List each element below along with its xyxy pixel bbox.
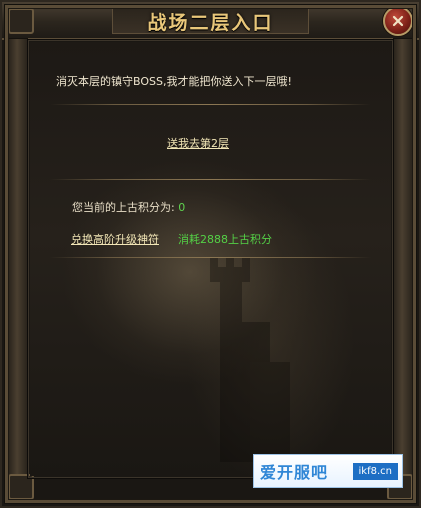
content-panel: 消灭本层的镇守BOSS,我才能把你送入下一层哦! 送我去第2层 您当前的上古积分…: [30, 42, 391, 476]
watermark-brand: 爱开服吧: [260, 463, 329, 482]
left-frame-pillar: [8, 38, 28, 482]
frame-corner-top-left: [8, 8, 34, 34]
site-watermark: 爱开服吧 ikf8.cn: [253, 454, 403, 488]
title-bar: 战场二层入口: [2, 2, 419, 40]
close-button[interactable]: [383, 6, 413, 36]
teleport-next-floor-link[interactable]: 送我去第2层: [167, 135, 229, 151]
divider-bottom: [50, 257, 371, 258]
castle-silhouette-background: [210, 257, 290, 462]
exchange-cost-text: 消耗2888上古积分: [178, 233, 272, 246]
divider-top: [50, 104, 371, 105]
ancient-points-value: 0: [178, 201, 186, 214]
ancient-points-row: 您当前的上古积分为: 0: [72, 199, 185, 215]
boss-hint-message: 消灭本层的镇守BOSS,我才能把你送入下一层哦!: [56, 75, 292, 88]
divider-middle: [50, 179, 371, 180]
exchange-rune-link[interactable]: 兑换高阶升级神符: [71, 231, 159, 247]
watermark-domain: ikf8.cn: [352, 462, 398, 480]
frame-corner-bottom-left: [8, 474, 34, 500]
right-frame-pillar: [393, 38, 413, 482]
ancient-points-label: 您当前的上古积分为:: [72, 201, 175, 214]
dialog-title: 战场二层入口: [147, 12, 274, 34]
battlefield-entrance-dialog: 战场二层入口 消灭本层的镇守BOSS,我才能把你送入下一层哦! 送我去第2层 您…: [0, 0, 421, 508]
close-x-icon: [392, 15, 404, 27]
